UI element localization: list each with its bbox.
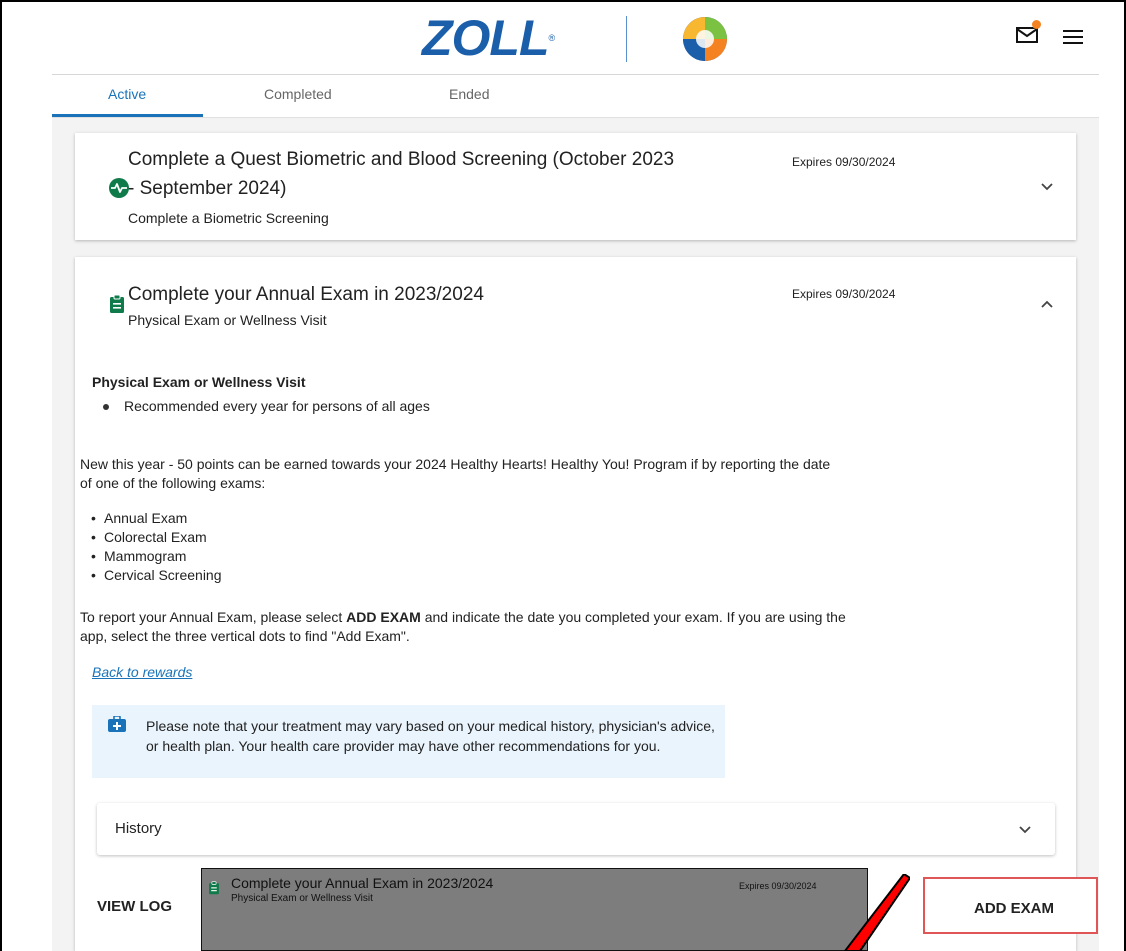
notification-dot xyxy=(1032,20,1041,29)
tab-completed[interactable]: Completed xyxy=(264,84,332,104)
expiry-date: Expires 09/30/2024 xyxy=(792,287,896,301)
exam-list-item: Cervical Screening xyxy=(91,567,221,583)
history-label: History xyxy=(115,820,162,837)
medical-note: Please note that your treatment may vary… xyxy=(92,705,725,778)
card-subtitle: Complete a Biometric Screening xyxy=(128,210,329,226)
tab-active[interactable]: Active xyxy=(108,84,146,104)
exam-list-item: Mammogram xyxy=(91,548,187,564)
chevron-up-icon[interactable] xyxy=(1040,299,1054,309)
card-subtitle: Physical Exam or Wellness Visit xyxy=(128,312,327,328)
activity-card-biometric[interactable]: Complete a Quest Biometric and Blood Scr… xyxy=(75,133,1076,240)
preview-subtitle: Physical Exam or Wellness Visit xyxy=(231,893,373,904)
exam-list-item: Colorectal Exam xyxy=(91,529,207,545)
report-instructions-continued: app, select the three vertical dots to f… xyxy=(80,628,410,644)
card-title: Complete a Quest Biometric and Blood Scr… xyxy=(128,149,675,170)
recommendation-text: Recommended every year for persons of al… xyxy=(124,398,430,414)
add-exam-button[interactable]: ADD EXAM xyxy=(923,877,1098,934)
tab-ended[interactable]: Ended xyxy=(449,84,489,104)
chevron-down-icon[interactable] xyxy=(1040,182,1054,192)
clipboard-icon xyxy=(209,881,219,895)
intro-text-continued: of one of the following exams: xyxy=(80,475,266,491)
expiry-date: Expires 09/30/2024 xyxy=(792,155,896,169)
view-log-button[interactable]: VIEW LOG xyxy=(97,898,172,915)
pointer-arrow-icon xyxy=(843,874,910,951)
section-heading: Physical Exam or Wellness Visit xyxy=(92,374,306,390)
drag-preview-card: Complete your Annual Exam in 2023/2024 P… xyxy=(201,868,868,951)
exam-list-item: Annual Exam xyxy=(91,510,187,526)
activity-icon xyxy=(109,178,129,198)
medical-kit-icon xyxy=(108,716,126,732)
header-divider xyxy=(52,74,1099,75)
clipboard-icon xyxy=(110,294,124,313)
hamburger-menu-icon[interactable] xyxy=(1063,30,1083,44)
zoll-logo: ZOLL® xyxy=(422,10,555,66)
history-accordion[interactable]: History xyxy=(97,803,1055,855)
note-text: Please note that your treatment may vary… xyxy=(146,718,715,754)
tab-bar: Active Completed Ended xyxy=(52,76,1099,118)
card-title: Complete your Annual Exam in 2023/2024 xyxy=(128,284,484,305)
back-to-rewards-link[interactable]: Back to rewards xyxy=(92,664,192,680)
chevron-down-icon[interactable] xyxy=(1018,825,1032,835)
bullet-icon xyxy=(103,404,109,410)
logo-divider xyxy=(626,16,627,62)
add-exam-label: ADD EXAM xyxy=(974,900,1055,917)
program-badge-icon xyxy=(683,17,727,61)
preview-title: Complete your Annual Exam in 2023/2024 xyxy=(231,875,494,891)
intro-text: New this year - 50 points can be earned … xyxy=(80,456,831,472)
app-header: ZOLL® xyxy=(2,2,1124,74)
card-title-continued: - September 2024) xyxy=(128,178,287,199)
report-instructions: To report your Annual Exam, please selec… xyxy=(80,609,846,625)
